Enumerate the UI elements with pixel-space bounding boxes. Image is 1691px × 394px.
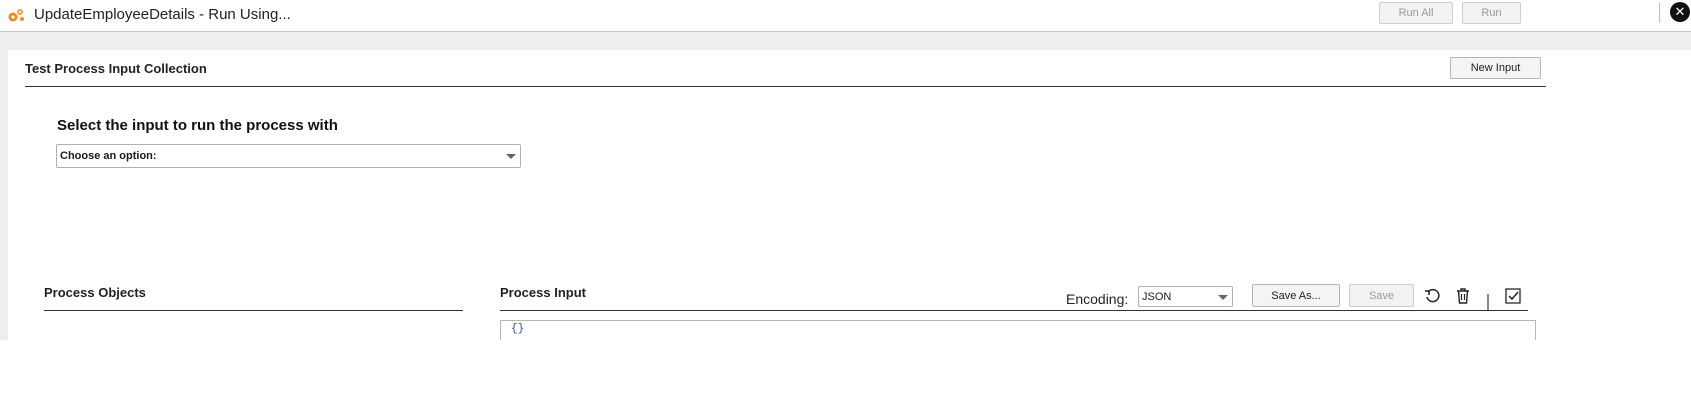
process-objects-title: Process Objects bbox=[44, 285, 146, 300]
select-prompt: Select the input to run the process with bbox=[57, 117, 338, 134]
encoding-select[interactable]: JSON bbox=[1138, 286, 1233, 307]
save-as-button[interactable]: Save As... bbox=[1252, 284, 1340, 307]
chevron-down-icon bbox=[1218, 295, 1228, 300]
icon-divider bbox=[1487, 294, 1489, 310]
process-gears-icon bbox=[8, 9, 24, 22]
process-input-title: Process Input bbox=[500, 285, 586, 300]
input-select-value: Choose an option: bbox=[60, 150, 157, 162]
encoding-value: JSON bbox=[1142, 291, 1172, 303]
collection-divider bbox=[25, 86, 1546, 87]
editor-content: {} bbox=[511, 323, 525, 335]
close-icon[interactable]: ✕ bbox=[1670, 2, 1690, 22]
run-button[interactable]: Run bbox=[1462, 2, 1521, 24]
new-input-button[interactable]: New Input bbox=[1450, 57, 1541, 79]
window-title: UpdateEmployeeDetails - Run Using... bbox=[34, 6, 291, 23]
process-input-divider bbox=[500, 310, 1528, 311]
encoding-label: Encoding: bbox=[1066, 291, 1129, 307]
process-input-editor[interactable]: {} bbox=[500, 320, 1536, 340]
run-all-button[interactable]: Run All bbox=[1379, 2, 1453, 24]
input-select[interactable]: Choose an option: bbox=[56, 144, 521, 168]
toolbar-divider bbox=[1659, 3, 1660, 23]
undo-icon[interactable] bbox=[1424, 287, 1442, 305]
collection-title: Test Process Input Collection bbox=[25, 61, 207, 76]
save-button[interactable]: Save bbox=[1349, 284, 1414, 307]
chevron-down-icon bbox=[506, 154, 516, 159]
title-bar: UpdateEmployeeDetails - Run Using... Run… bbox=[0, 0, 1691, 32]
process-objects-divider bbox=[44, 310, 463, 311]
validate-icon[interactable] bbox=[1504, 287, 1522, 305]
delete-icon[interactable] bbox=[1454, 287, 1472, 305]
